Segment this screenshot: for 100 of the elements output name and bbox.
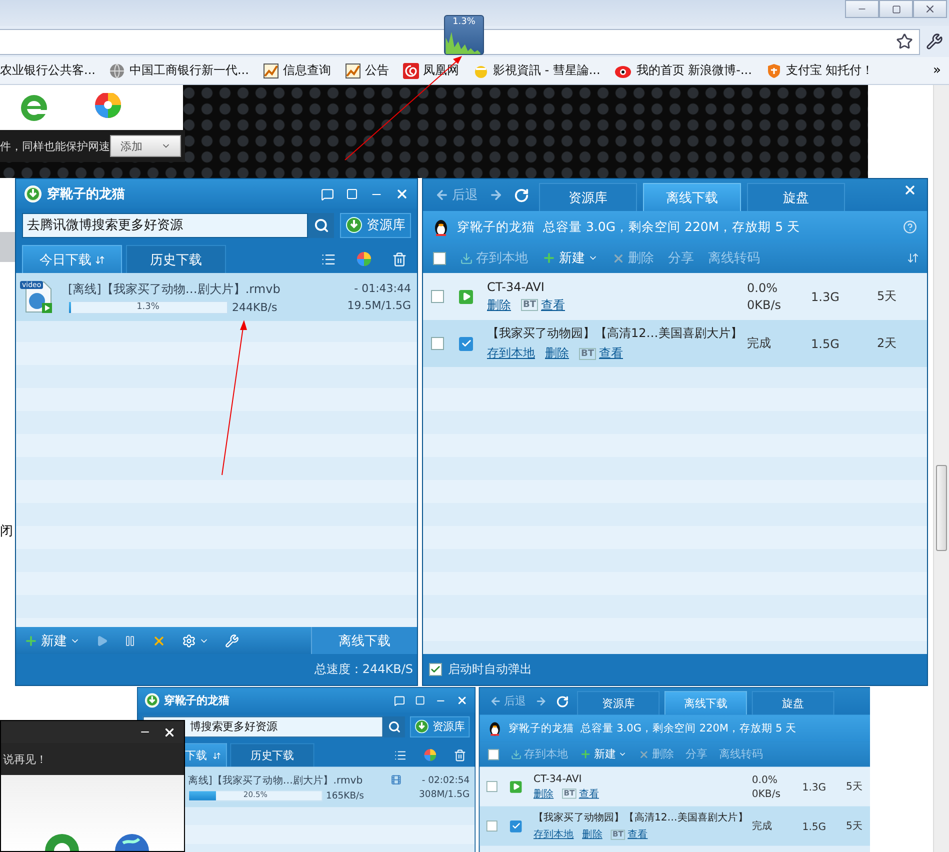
task-size: 1.5G [811, 336, 840, 350]
bookmark-link[interactable]: 信息查询 [262, 62, 331, 79]
color-wheel-icon [423, 748, 437, 762]
search-button[interactable] [308, 212, 334, 238]
tab[interactable]: 历史下载 [230, 743, 314, 767]
checkbox[interactable] [488, 748, 500, 760]
bookmark-link[interactable]: 我的首页 新浪微博-... [614, 62, 752, 79]
checkbox[interactable] [433, 252, 446, 264]
address-bar[interactable] [0, 28, 920, 54]
days-left: 5天 [846, 779, 864, 794]
task-link[interactable]: 删除 [533, 786, 554, 801]
recycle-bin-icon[interactable] [392, 252, 407, 266]
page-fragment [0, 232, 15, 262]
add-button[interactable]: 添加 [110, 135, 181, 157]
sort-icon[interactable] [94, 254, 104, 264]
resource-library-button[interactable]: 资源库 [410, 716, 470, 737]
list-icon[interactable] [394, 748, 407, 762]
task-link[interactable]: 查看 [578, 786, 599, 801]
color-wheel-icon [356, 251, 372, 267]
bookmark-link[interactable]: 凤凰网 [402, 62, 459, 79]
task-name: 【我家买了动物园】【高清12…美国喜剧大片】 [533, 810, 749, 825]
tab[interactable]: 旋盘 [747, 183, 845, 211]
task-link[interactable]: 查看 [599, 345, 623, 362]
task-speed: 0KB/s [752, 788, 782, 800]
checkbox[interactable] [431, 290, 444, 303]
cross-icon [152, 634, 166, 648]
restore-button[interactable] [879, 0, 913, 18]
task-link[interactable]: 删除 [582, 827, 602, 842]
speed-widget[interactable]: 1.3% [444, 15, 484, 55]
tab[interactable]: 今日下载 [22, 245, 122, 273]
promo-text: 件，同样也能保护网速 [0, 138, 110, 154]
tab[interactable]: 旋盘 [752, 691, 834, 715]
film-icon[interactable] [390, 774, 402, 786]
restore-icon[interactable] [346, 188, 358, 200]
bookmark-link[interactable]: 农业银行公共客... [0, 62, 96, 79]
tab[interactable]: 离线下载 [643, 183, 741, 211]
globe-icon [109, 62, 126, 78]
task-row[interactable]: CT-34-AVI 删除 BT 查看 0.0% 0KB/s 1.3G 5天 [423, 273, 927, 320]
search-field[interactable]: 去腾讯微博搜索更多好资源 [22, 212, 308, 238]
task-link[interactable]: 存到本地 [533, 827, 574, 842]
checkbox[interactable] [486, 781, 498, 792]
restore-icon[interactable] [415, 695, 426, 706]
download-logo-icon [24, 185, 42, 203]
tab[interactable]: 资源库 [577, 691, 660, 715]
pause-icon [124, 634, 136, 646]
new-task-button[interactable]: 新建 [16, 627, 88, 654]
download-icon [414, 720, 428, 734]
sort-icon[interactable] [907, 252, 919, 264]
progress-bar: 1.3% [68, 300, 228, 314]
offline-download-button[interactable]: 离线下载 [311, 627, 417, 654]
user-name: 穿靴子的龙猫 [457, 218, 535, 236]
sort-icon[interactable] [212, 751, 221, 760]
recycle-bin-icon[interactable] [454, 748, 466, 762]
task-link[interactable]: 删除 [545, 345, 569, 362]
scrollbar[interactable] [933, 85, 949, 852]
tab[interactable]: 历史下载 [126, 245, 226, 273]
cross-icon [612, 252, 625, 264]
toolbar-button[interactable]: 新建 [542, 249, 598, 267]
tab[interactable]: 离线下载 [664, 691, 747, 715]
file-name: 离线]【我家买了动物…剧大片】.rmvb [188, 773, 364, 788]
settings-icon [182, 634, 196, 648]
bt-icon: BT [521, 299, 538, 311]
more-bookmarks[interactable]: » [933, 63, 941, 78]
e-logo-icon [18, 92, 50, 122]
time-remaining: - 01:43:44 [354, 282, 411, 295]
plus-icon [542, 251, 556, 265]
restore-icon [892, 4, 900, 14]
star-icon[interactable] [896, 33, 913, 50]
chat-icon[interactable] [394, 694, 405, 706]
search-button[interactable] [383, 716, 405, 737]
bookmark-link[interactable]: 影視資訊 - 彗星論... [472, 62, 600, 79]
wrench-icon[interactable] [926, 33, 943, 50]
bookmark-link[interactable]: 支付宝 知托付！ [766, 62, 874, 79]
resource-library-button[interactable]: 资源库 [340, 212, 411, 238]
close-icon[interactable] [163, 726, 176, 738]
storage-quota: 总容量 3.0G，剩余空间 220M，存放期 5 天 [580, 721, 796, 736]
bookmark-link[interactable]: 中国工商银行新一代... [109, 62, 249, 79]
chat-icon[interactable] [321, 188, 334, 200]
toolbar-button[interactable]: 新建 [580, 746, 627, 762]
task-link[interactable]: 存到本地 [487, 345, 535, 362]
task-size: 1.3G [802, 780, 828, 792]
refresh-icon [514, 188, 529, 202]
help-icon[interactable] [903, 220, 917, 234]
bookmark-link[interactable]: 公告 [344, 62, 389, 79]
close-button[interactable] [913, 0, 947, 18]
window-title: 穿靴子的龙猫 [164, 694, 230, 708]
download-speed: 165KB/s [326, 790, 364, 801]
list-icon[interactable] [321, 252, 336, 266]
task-link[interactable]: 删除 [487, 296, 511, 314]
dialog-text: 说再见！ [3, 752, 47, 766]
checkbox[interactable] [486, 820, 498, 832]
bt-icon: BT [579, 348, 596, 360]
tab[interactable]: 资源库 [539, 183, 637, 211]
task-status: 完成 [747, 335, 772, 352]
checkbox[interactable] [431, 337, 444, 350]
days-left: 5天 [877, 288, 898, 305]
triangle-icon [462, 292, 470, 301]
task-link[interactable]: 查看 [628, 827, 648, 842]
task-link[interactable]: 查看 [541, 296, 565, 314]
checkbox[interactable] [429, 663, 442, 676]
